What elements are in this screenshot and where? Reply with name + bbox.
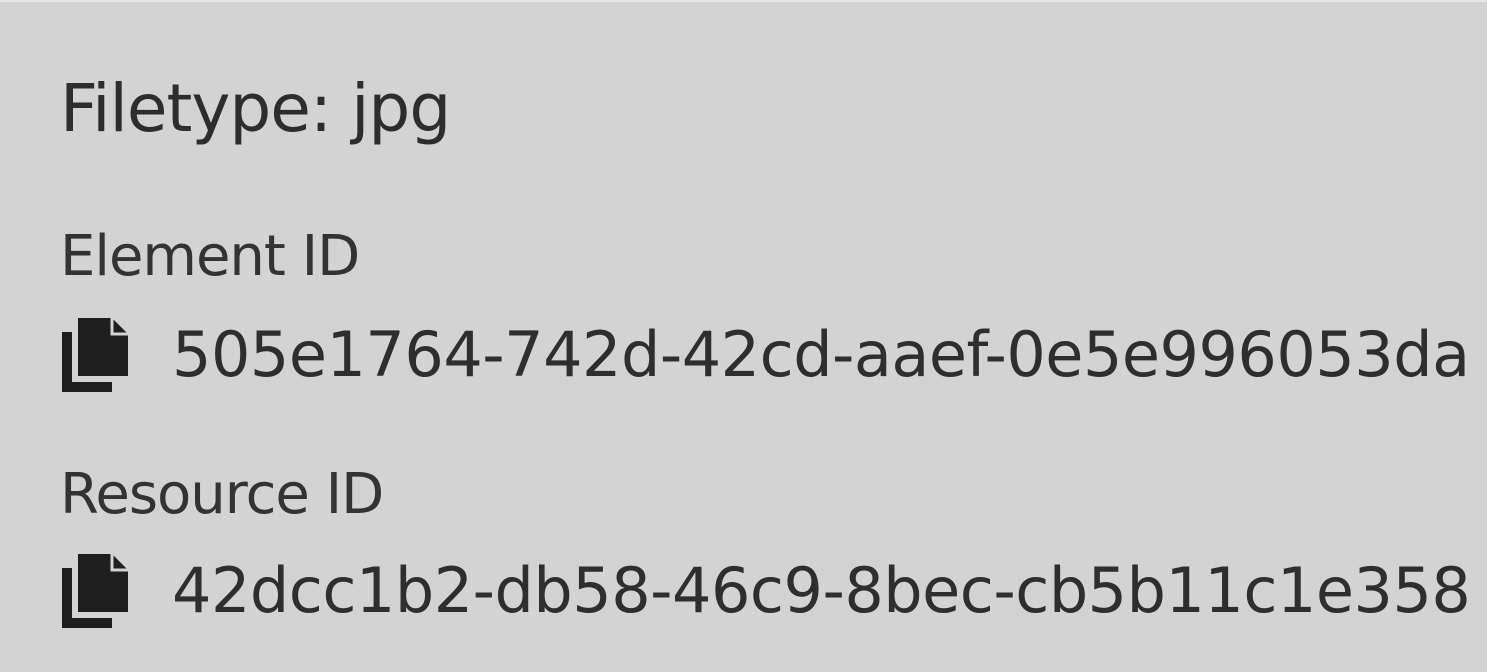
resource-id-label: Resource ID: [60, 462, 384, 527]
file-details-panel: Filetype: jpg Element ID 505e1764-742d-4…: [0, 0, 1487, 672]
resource-id-row[interactable]: 42dcc1b2-db58-46c9-8bec-cb5b11c1e358: [60, 550, 1471, 630]
filetype-label: Filetype: jpg: [60, 70, 451, 147]
element-id-label: Element ID: [60, 224, 360, 289]
resource-id-value: 42dcc1b2-db58-46c9-8bec-cb5b11c1e358: [172, 553, 1471, 627]
element-id-value: 505e1764-742d-42cd-aaef-0e5e996053da: [172, 317, 1470, 391]
element-id-row[interactable]: 505e1764-742d-42cd-aaef-0e5e996053da: [60, 314, 1470, 394]
copy-icon[interactable]: [60, 552, 130, 628]
copy-icon[interactable]: [60, 316, 130, 392]
